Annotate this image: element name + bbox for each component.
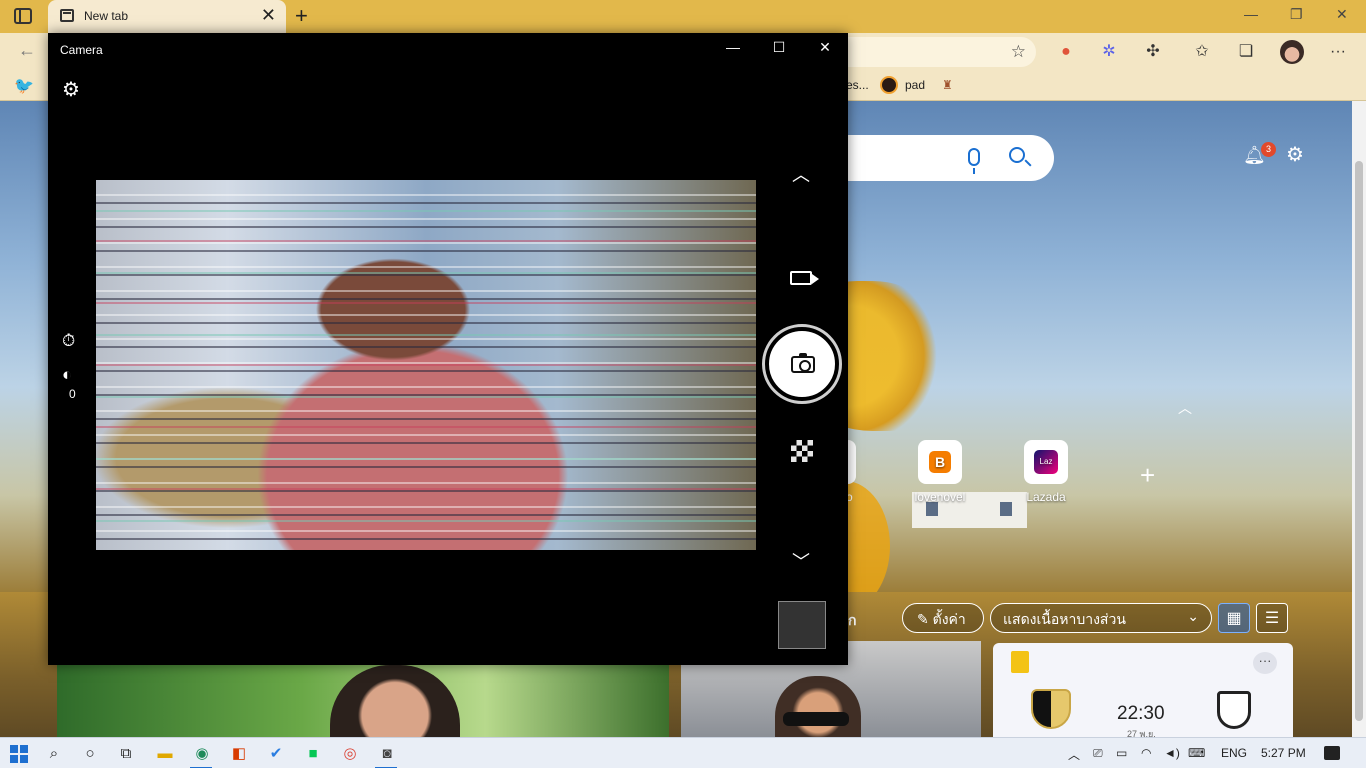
line-icon[interactable]: ■ xyxy=(303,744,323,764)
camera-window-title: Camera xyxy=(60,43,103,57)
search-icon[interactable] xyxy=(1009,147,1025,163)
add-favorite-icon[interactable]: ☆ xyxy=(1011,42,1026,62)
favorites-icon[interactable]: ✩ xyxy=(1192,42,1212,62)
list-view-button[interactable]: ☰ xyxy=(1256,603,1288,633)
feed-settings-label: ตั้งค่า xyxy=(932,611,966,627)
add-quick-link-button[interactable]: + xyxy=(1140,462,1155,488)
microphone-icon[interactable] xyxy=(968,148,980,174)
camera-app-icon[interactable]: ◙ xyxy=(377,744,397,764)
address-bar[interactable]: ☆ xyxy=(840,37,1036,67)
battery-icon[interactable]: ▭ xyxy=(1116,746,1127,760)
camera-maximize-button[interactable]: ☐ xyxy=(769,39,789,56)
pencil-icon: ✎ xyxy=(917,611,933,627)
mode-down-chevron-icon[interactable]: ﹀ xyxy=(792,548,810,574)
back-button[interactable]: ← xyxy=(18,40,36,61)
wifi-icon[interactable]: ◠ xyxy=(1141,746,1151,760)
grid-view-button[interactable]: ▦ xyxy=(1218,603,1250,633)
file-explorer-icon[interactable]: ▬ xyxy=(155,744,175,764)
pad-favorite-icon[interactable] xyxy=(880,76,898,94)
favorite-item-pad[interactable]: pad xyxy=(905,78,925,92)
team-crest-home xyxy=(1031,689,1071,729)
exposure-value: 0 xyxy=(69,387,76,401)
lazada-icon: Laz xyxy=(1024,440,1068,484)
browser-minimize-button[interactable]: — xyxy=(1244,6,1258,22)
league-logo xyxy=(1011,651,1029,673)
video-mode-icon[interactable] xyxy=(790,271,819,285)
qr-code-scan-icon[interactable] xyxy=(791,440,813,462)
camera-settings-gear-icon[interactable]: ⚙ xyxy=(62,80,80,100)
clock[interactable]: 5:27 PM xyxy=(1261,746,1306,760)
sports-card[interactable]: ··· 22:30 27 พ.ย. xyxy=(993,643,1293,739)
cortana-icon[interactable]: ○ xyxy=(80,744,100,764)
language-indicator[interactable]: ENG xyxy=(1221,746,1247,760)
browser-close-button[interactable]: ✕ xyxy=(1336,6,1348,23)
new-tab-button[interactable]: + xyxy=(295,3,308,29)
sunglasses xyxy=(783,712,849,726)
notification-count-badge: 3 xyxy=(1261,142,1276,157)
quick-link-label: Lazada xyxy=(1026,490,1066,504)
team-crest-away xyxy=(1217,691,1251,729)
camera-viewfinder xyxy=(96,180,756,550)
content-visibility-select[interactable]: แสดงเนื้อหาบางส่วน ⌄ xyxy=(990,603,1212,633)
office-icon[interactable]: ◧ xyxy=(229,744,249,764)
browser-restore-button[interactable]: ❐ xyxy=(1290,6,1303,23)
volume-icon[interactable]: ◄) xyxy=(1164,746,1180,760)
sidebar-toggle-icon[interactable] xyxy=(14,8,32,24)
camera-minimize-button[interactable]: — xyxy=(723,39,743,55)
quick-link-lazada[interactable]: Laz Lazada xyxy=(1006,440,1086,504)
keyboard-icon[interactable]: ⌨ xyxy=(1188,746,1205,760)
windows-start-icon[interactable] xyxy=(10,745,28,763)
favorite-item-icon[interactable]: ♜ xyxy=(942,78,953,92)
tab-title: New tab xyxy=(84,9,129,23)
quick-link-lovenovel[interactable]: B lovenovel xyxy=(900,440,980,504)
content-select-value: แสดงเนื้อหาบางส่วน xyxy=(1003,611,1126,627)
exposure-icon[interactable]: ◐ xyxy=(62,366,72,383)
browser-titlebar: New tab ✕ + — ❐ ✕ xyxy=(0,0,1366,33)
twitter-favorite-icon[interactable]: 🐦 xyxy=(14,76,34,96)
feed-settings-button[interactable]: ✎ ตั้งค่า xyxy=(902,603,984,633)
todo-icon[interactable]: ✔ xyxy=(266,744,286,764)
show-hidden-icons-chevron-icon[interactable]: ︿ xyxy=(1068,746,1080,763)
last-photo-thumbnail[interactable] xyxy=(778,601,826,649)
page-settings-gear-icon[interactable]: ⚙ xyxy=(1286,145,1304,165)
tab-new-tab[interactable]: New tab ✕ xyxy=(48,0,286,33)
blogger-icon: B xyxy=(918,440,962,484)
viewfinder-glitch-bands xyxy=(96,180,756,550)
quick-link-label: lovenovel xyxy=(914,490,966,504)
take-photo-button[interactable] xyxy=(762,324,842,404)
search-icon[interactable]: ⌕ xyxy=(44,744,64,764)
feed-partial-label: ก xyxy=(848,612,857,628)
task-view-icon[interactable]: ⧉ xyxy=(116,744,136,764)
web-search-box[interactable] xyxy=(846,135,1054,181)
tab-page-icon xyxy=(60,9,74,22)
camera-icon xyxy=(791,353,815,373)
collapse-chevron-up-icon[interactable]: ︿ xyxy=(1178,398,1192,418)
copilot-icon[interactable]: ● xyxy=(1056,42,1076,62)
profile-avatar[interactable] xyxy=(1280,40,1304,64)
favorite-item-partial[interactable]: es... xyxy=(846,78,869,92)
meet-now-icon[interactable]: ⎚ xyxy=(1093,746,1103,761)
scrollbar-thumb[interactable] xyxy=(1355,161,1363,721)
chrome-icon[interactable]: ◎ xyxy=(340,744,360,764)
collections-icon[interactable]: ❏ xyxy=(1236,42,1256,62)
notification-bell-icon[interactable]: 🔔︎ xyxy=(1243,146,1266,164)
chevron-down-icon: ⌄ xyxy=(1187,608,1199,624)
card-more-button[interactable]: ··· xyxy=(1253,652,1277,674)
settings-more-icon[interactable]: ··· xyxy=(1328,42,1348,62)
page-scrollbar[interactable] xyxy=(1352,101,1366,737)
mode-up-chevron-icon[interactable]: ︿ xyxy=(792,161,810,187)
browser-essentials-icon[interactable]: ✲ xyxy=(1099,42,1119,62)
camera-window: Camera — ☐ ✕ ⚙ ⏱ ◐ 0 ︿ ﹀ xyxy=(48,33,848,665)
tab-close-icon[interactable]: ✕ xyxy=(261,6,276,24)
timer-icon[interactable]: ⏱ xyxy=(62,332,75,349)
windows-taskbar: ⌕ ○ ⧉ ▬ ◉ ◧ ✔ ■ ◎ ◙ ︿ ⎚ ▭ ◠ ◄) ⌨ ENG 5:2… xyxy=(0,737,1366,768)
edge-icon[interactable]: ◉ xyxy=(192,744,212,764)
extensions-icon[interactable]: ✣ xyxy=(1143,42,1163,62)
action-center-icon[interactable] xyxy=(1324,746,1340,760)
match-time: 22:30 xyxy=(1117,703,1165,724)
camera-close-button[interactable]: ✕ xyxy=(815,39,835,56)
